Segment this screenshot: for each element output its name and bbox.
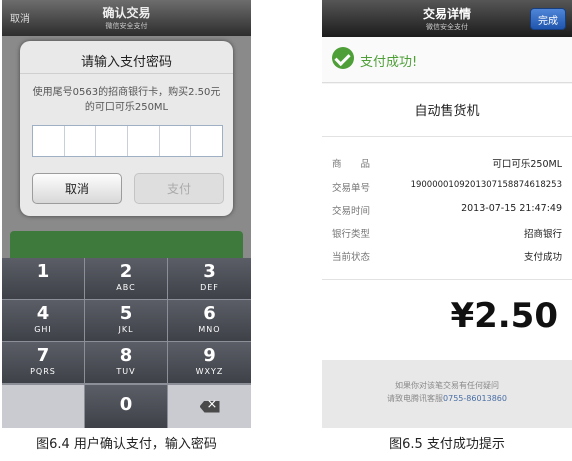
pin-cell [33,126,65,156]
delete-key[interactable] [168,385,251,428]
numeric-keypad: 1 2 ABC 3 DEF 4 GHI 5 JKL 6 MNO 7 PQRS 8 TUV 9W… [2,258,251,428]
detail-row: 交易单号 1900000109201307158874618253 [332,180,562,194]
key-9[interactable]: 9 WXYZ [168,342,251,383]
divider [322,136,572,137]
confirm-payment-screen: 取消 确认交易 微信安全支付 请输入支付密码 使用尾号0563的招商银行卡，购买… [2,0,251,428]
cancel-button[interactable]: 取消 [32,173,122,204]
done-button[interactable]: 完成 [530,8,566,30]
nav-subtitle: 微信安全支付 [105,22,148,30]
pin-cell [128,126,160,156]
amount: ¥2.50 [450,296,558,336]
key-1[interactable]: 1 [2,258,84,299]
dialog-message: 使用尾号0563的招商银行卡，购买2.50元的可口可乐250ML [32,87,221,113]
help-contact: 请致电腾讯客服0755-86013860 [387,394,507,403]
key-2[interactable]: 2 ABC [85,258,167,299]
key-4[interactable]: 4 GHI [2,300,84,341]
transaction-card: 自动售货机 商 品可口可乐250ML 交易单号 19000001092013071… [322,84,572,360]
success-text: 支付成功! [360,55,418,70]
divider [322,279,572,280]
phone-link[interactable]: 0755-86013860 [443,394,507,403]
detail-row: 商 品可口可乐250ML [332,159,562,170]
nav-title: 确认交易 [102,6,151,20]
password-input[interactable] [32,125,223,157]
help-text: 如果你对该笔交易有任何疑问 [395,381,499,390]
key-0[interactable]: 0 [85,385,167,428]
key-blank [2,385,84,428]
backspace-icon [199,400,220,413]
key-8[interactable]: 8 TUV [85,342,167,383]
detail-row: 银行类型 招商银行 [332,229,562,240]
key-5[interactable]: 5 JKL [85,300,167,341]
transaction-detail-screen: 交易详情 微信安全支付 完成 支付成功! 自动售货机 商 品可口可乐250ML … [322,0,572,428]
pin-cell [160,126,192,156]
nav-bar: 取消 确认交易 微信安全支付 [2,0,251,36]
dialog-divider [20,73,233,74]
key-3[interactable]: 3 DEF [168,258,251,299]
success-banner: 支付成功! [322,37,572,83]
pin-cell [96,126,129,156]
help-footer: 如果你对该笔交易有任何疑问 请致电腾讯客服0755-86013860 [322,360,572,428]
pin-cell [191,126,222,156]
detail-row: 交易时间 2013-07-15 21:47:49 [332,203,562,217]
figure-caption-right: 图6.5 支付成功提示 [389,437,505,452]
key-7[interactable]: 7 PQRS [2,342,84,383]
dialog-title: 请输入支付密码 [80,55,172,70]
nav-bar: 交易详情 微信安全支付 完成 [322,0,572,37]
password-dialog: 请输入支付密码 使用尾号0563的招商银行卡，购买2.50元的可口可乐250ML… [20,41,233,216]
detail-row: 当前状态 支付成功 [332,252,562,263]
figure-caption-left: 图6.4 用户确认支付，输入密码 [36,437,217,452]
merchant-name: 自动售货机 [414,104,480,119]
key-6[interactable]: 6 MNO [168,300,251,341]
pin-cell [65,126,97,156]
check-circle-icon [332,47,354,69]
pay-button[interactable]: 支付 [134,173,224,204]
